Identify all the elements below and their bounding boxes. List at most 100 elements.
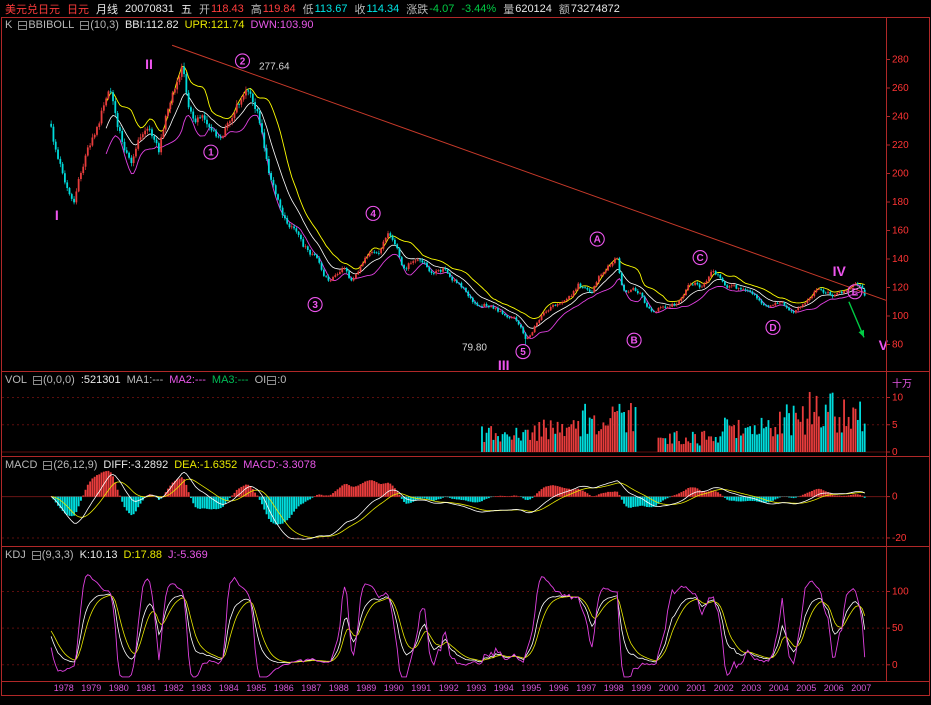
svg-text:1982: 1982	[164, 683, 184, 693]
bbi-readout: BBI:112.82	[125, 19, 179, 31]
oi-value: :0	[277, 374, 286, 386]
period-label[interactable]: 月线	[96, 1, 118, 17]
indicator-dropdown-icon[interactable]	[18, 21, 27, 30]
vol-dropdown-icon[interactable]	[33, 376, 42, 385]
volume-chart-layer[interactable]	[481, 392, 866, 452]
svg-text:I: I	[55, 207, 59, 223]
svg-text:1997: 1997	[576, 683, 596, 693]
macd-params: (26,12,9)	[53, 459, 97, 471]
svg-text:10: 10	[892, 393, 904, 404]
kdj-name[interactable]: KDJ	[5, 549, 26, 561]
dea-readout: DEA:-1.6352	[174, 459, 237, 471]
price-chart-layer[interactable]	[50, 63, 865, 345]
high-value: 119.84	[263, 3, 296, 15]
svg-text:II: II	[145, 56, 153, 72]
svg-text:100: 100	[892, 587, 909, 598]
svg-text:0: 0	[892, 492, 898, 503]
indicator-params-dropdown-icon[interactable]	[80, 21, 89, 30]
panel-borders	[2, 18, 930, 696]
macd-name[interactable]: MACD	[5, 459, 37, 471]
svg-text:1989: 1989	[356, 683, 376, 693]
svg-text:2002: 2002	[714, 683, 734, 693]
svg-text:1998: 1998	[604, 683, 624, 693]
svg-text:2005: 2005	[796, 683, 816, 693]
kdj-params: (9,3,3)	[42, 549, 74, 561]
svg-text:A: A	[594, 235, 601, 246]
quote-header: 美元兑日元 日元 月线 20070831 五 开118.43 高119.84 低…	[0, 0, 931, 17]
dwn-readout: DWN:103.90	[251, 19, 314, 31]
diff-readout: DIFF:-3.2892	[103, 459, 168, 471]
svg-text:1986: 1986	[274, 683, 294, 693]
svg-text:1999: 1999	[631, 683, 651, 693]
volume-unit-label: 十万	[892, 375, 912, 390]
svg-text:1991: 1991	[411, 683, 431, 693]
volume-label: 量	[503, 1, 514, 17]
svg-text:E: E	[852, 287, 859, 298]
svg-text:160: 160	[892, 225, 909, 236]
gridlines	[2, 398, 886, 665]
low-label: 低	[303, 1, 314, 17]
svg-text:5: 5	[892, 420, 898, 431]
chart-canvas[interactable]: III12277.643479.80III5ABCDIVEV2802602402…	[0, 0, 931, 705]
svg-text:5: 5	[520, 347, 526, 358]
svg-text:200: 200	[892, 168, 909, 179]
volume-indicator-bar: VOL (0,0,0) :521301 MA1:--- MA2:--- MA3:…	[5, 374, 286, 386]
symbol-name: 美元兑日元	[5, 1, 60, 17]
change-pct-value: -3.44%	[461, 3, 496, 15]
svg-text:1987: 1987	[301, 683, 321, 693]
svg-text:2004: 2004	[769, 683, 789, 693]
k-chart-label: K	[5, 19, 12, 31]
svg-text:4: 4	[370, 209, 376, 220]
svg-text:1995: 1995	[521, 683, 541, 693]
oi-dropdown-icon[interactable]	[267, 376, 276, 385]
macd-readout: MACD:-3.3078	[243, 459, 316, 471]
svg-text:240: 240	[892, 111, 909, 122]
macd-dropdown-icon[interactable]	[43, 461, 52, 470]
kdj-dropdown-icon[interactable]	[32, 551, 41, 560]
macd-indicator-bar: MACD (26,12,9) DIFF:-3.2892 DEA:-1.6352 …	[5, 459, 316, 471]
svg-text:260: 260	[892, 83, 909, 94]
high-label: 高	[251, 1, 262, 17]
svg-text:-20: -20	[892, 533, 907, 544]
kdj-chart-layer[interactable]	[51, 575, 865, 677]
vol-ma2: MA2:---	[169, 374, 206, 386]
quote-date: 20070831	[125, 3, 174, 15]
svg-text:180: 180	[892, 197, 909, 208]
svg-text:277.64: 277.64	[259, 62, 290, 73]
svg-text:140: 140	[892, 254, 909, 265]
wave-annotations: III12277.643479.80III5ABCDIVEV	[55, 45, 889, 373]
change-label: 涨跌	[406, 1, 428, 17]
vol-params: (0,0,0)	[43, 374, 75, 386]
svg-text:2006: 2006	[824, 683, 844, 693]
svg-text:D: D	[769, 323, 776, 334]
volume-value: 620124	[515, 3, 552, 15]
svg-text:1994: 1994	[494, 683, 514, 693]
svg-text:1980: 1980	[109, 683, 129, 693]
app-window: 美元兑日元 日元 月线 20070831 五 开118.43 高119.84 低…	[0, 0, 931, 705]
svg-text:1992: 1992	[439, 683, 459, 693]
svg-text:100: 100	[892, 311, 909, 322]
svg-text:1983: 1983	[191, 683, 211, 693]
svg-text:2003: 2003	[741, 683, 761, 693]
svg-text:50: 50	[892, 623, 904, 634]
svg-text:220: 220	[892, 140, 909, 151]
macd-chart-layer[interactable]	[50, 471, 865, 539]
vol-name[interactable]: VOL	[5, 374, 27, 386]
svg-text:C: C	[696, 253, 703, 264]
indicator-name[interactable]: BBIBOLL	[28, 19, 74, 31]
close-label: 收	[354, 1, 365, 17]
svg-text:B: B	[630, 336, 637, 347]
svg-text:2001: 2001	[686, 683, 706, 693]
open-label: 开	[199, 1, 210, 17]
svg-text:2000: 2000	[659, 683, 679, 693]
svg-text:2: 2	[240, 56, 246, 67]
indicator-params: (10,3)	[90, 19, 119, 31]
quote-weekday: 五	[181, 1, 192, 17]
svg-text:IV: IV	[833, 263, 847, 279]
svg-text:120: 120	[892, 282, 909, 293]
vol-ma1: MA1:---	[127, 374, 164, 386]
k-readout: K:10.13	[80, 549, 118, 561]
change-value: -4.07	[429, 3, 454, 15]
svg-text:80: 80	[892, 339, 904, 350]
svg-text:1993: 1993	[466, 683, 486, 693]
